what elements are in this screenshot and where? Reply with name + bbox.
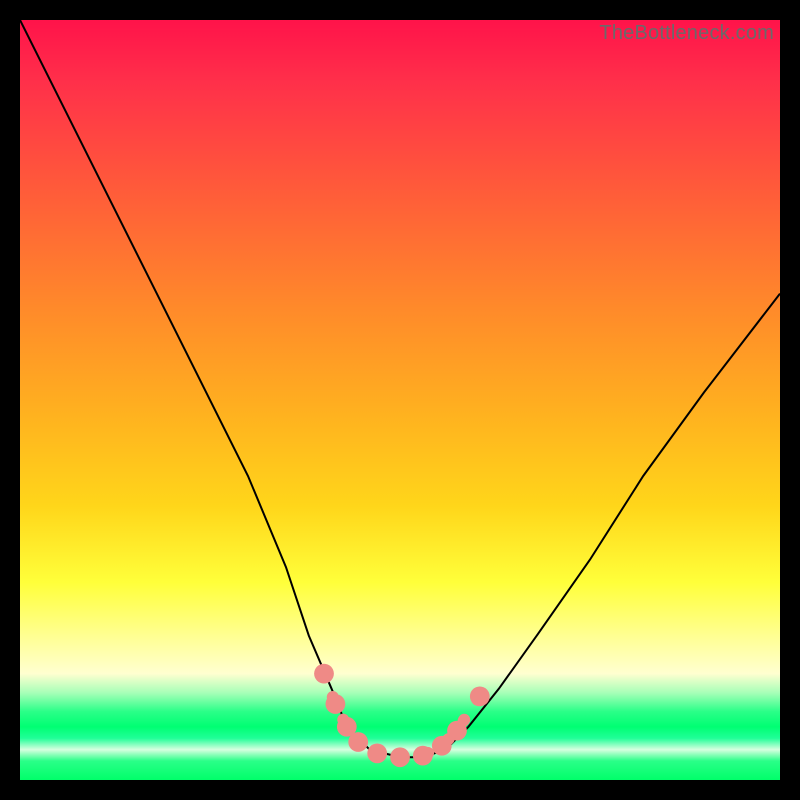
- marker-chain: [324, 674, 480, 758]
- bottleneck-curve: [20, 20, 780, 757]
- plot-area: TheBottleneck.com: [20, 20, 780, 780]
- marker-dot: [348, 732, 368, 752]
- curve-layer: [20, 20, 780, 780]
- marker-dot: [390, 747, 410, 767]
- marker-dot: [447, 721, 467, 741]
- marker-dot: [432, 736, 452, 756]
- marker-dot: [367, 744, 387, 764]
- marker-dot: [314, 664, 334, 684]
- marker-dot: [413, 746, 433, 766]
- chart-frame: TheBottleneck.com: [0, 0, 800, 800]
- marker-dot: [470, 687, 490, 707]
- marker-dot: [326, 694, 346, 714]
